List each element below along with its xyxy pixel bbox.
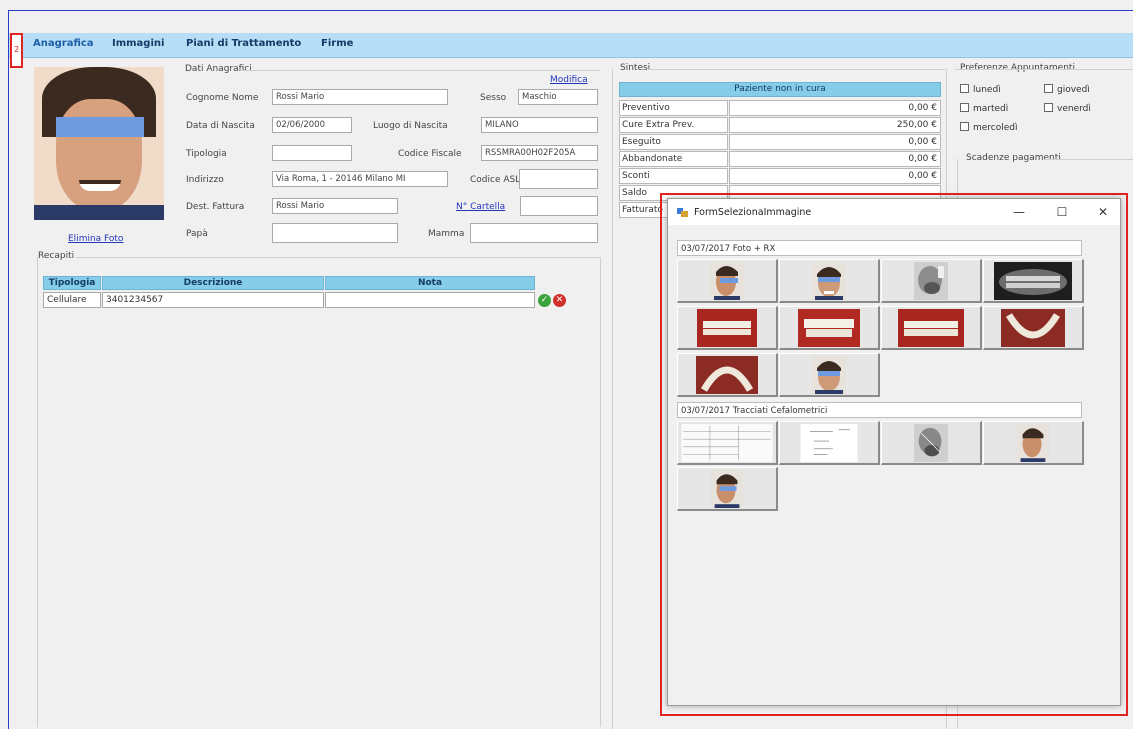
thumbnail-occlusal-lower[interactable]: [677, 353, 778, 397]
confirm-icon[interactable]: ✓: [538, 294, 551, 307]
sintesi-group-border: [648, 69, 945, 70]
recapiti-group-label: Recapiti: [38, 251, 75, 261]
col-descrizione[interactable]: Descrizione: [102, 276, 324, 290]
thumbnail-intraoral-left[interactable]: [881, 306, 982, 350]
thumbnail-tracing-profile-2[interactable]: [677, 467, 778, 511]
delete-photo-link[interactable]: Elimina Foto: [68, 234, 123, 244]
scadenze-group-label: Scadenze pagamenti: [966, 153, 1061, 163]
edit-link[interactable]: Modifica: [550, 75, 588, 85]
col-nota[interactable]: Nota: [325, 276, 535, 290]
thumbnail-intraoral-right[interactable]: [677, 306, 778, 350]
dialog-title: FormSelezionaImmagine: [694, 207, 812, 218]
thumbnail-panoramic-xray[interactable]: [983, 259, 1084, 303]
sesso-field[interactable]: Maschio: [518, 89, 598, 105]
mamma-label: Mamma: [428, 229, 465, 239]
tipologia-field[interactable]: [272, 145, 352, 161]
tab-piani-trattamento[interactable]: Piani di Trattamento: [186, 38, 301, 49]
col-tipologia[interactable]: Tipologia: [43, 276, 101, 290]
preferenze-group-label: Preferenze Appuntamenti: [960, 63, 1075, 73]
sintesi-value-eseguito: 0,00 €: [729, 134, 941, 150]
tipologia-label: Tipologia: [186, 149, 227, 159]
papa-label: Papà: [186, 229, 208, 239]
app-icon: [677, 208, 688, 217]
thumbnail-tracing-xray[interactable]: [881, 421, 982, 465]
cognome-nome-field[interactable]: Rossi Mario: [272, 89, 448, 105]
mamma-field[interactable]: [470, 223, 598, 243]
codice-asl-field[interactable]: [519, 169, 598, 189]
minimize-icon[interactable]: —: [1008, 203, 1030, 221]
sintesi-label-preventivo: Preventivo: [619, 100, 728, 116]
window-left-border: [8, 10, 9, 729]
recapiti-group-border: [76, 257, 600, 258]
sintesi-label-cure-extra: Cure Extra Prev.: [619, 117, 728, 133]
cartella-link[interactable]: N° Cartella: [456, 202, 505, 212]
sintesi-label-sconti: Sconti: [619, 168, 728, 184]
recapiti-left-border: [37, 257, 38, 727]
sintesi-label-eseguito: Eseguito: [619, 134, 728, 150]
thumbnail-profile-photo[interactable]: [677, 259, 778, 303]
cartella-field[interactable]: [520, 196, 598, 216]
cognome-nome-label: Cognome Nome: [186, 93, 259, 103]
tab-anagrafica[interactable]: Anagrafica: [33, 38, 94, 49]
codice-fiscale-field[interactable]: RSSMRA00H02F205A: [481, 145, 598, 161]
recapito-descrizione-cell[interactable]: 3401234567: [102, 292, 324, 308]
data-nascita-label: Data di Nascita: [186, 121, 255, 131]
thumbnail-tracing-table[interactable]: [677, 421, 778, 465]
thumbnail-front-photo[interactable]: [779, 259, 880, 303]
luogo-nascita-field[interactable]: MILANO: [481, 117, 598, 133]
sintesi-value-sconti: 0,00 €: [729, 168, 941, 184]
thumbnail-tracing-sheet[interactable]: [779, 421, 880, 465]
tab-firme[interactable]: Firme: [321, 38, 353, 49]
dest-fattura-label: Dest. Fattura: [186, 202, 245, 212]
sintesi-left-border: [612, 69, 613, 729]
delete-icon[interactable]: ✕: [553, 294, 566, 307]
papa-field[interactable]: [272, 223, 398, 243]
scadenze-group-border: [1045, 159, 1133, 160]
sintesi-value-cure-extra: 250,00 €: [729, 117, 941, 133]
thumbnail-front-photo-2[interactable]: [779, 353, 880, 397]
tracings-section-header: 03/07/2017 Tracciati Cefalometrici: [677, 402, 1082, 418]
anagrafica-group-border: [240, 70, 600, 71]
codice-asl-label: Codice ASL: [470, 175, 521, 185]
anagrafica-group-label: Dati Anagrafici: [185, 64, 252, 74]
checkbox-mercoledi[interactable]: mercoledì: [960, 122, 1018, 133]
photo-rx-section-header: 03/07/2017 Foto + RX: [677, 240, 1082, 256]
close-icon[interactable]: ✕: [1092, 203, 1114, 221]
recapiti-right-border: [600, 257, 601, 727]
patient-photo[interactable]: [34, 67, 164, 220]
maximize-icon[interactable]: ☐: [1051, 203, 1073, 221]
sintesi-value-preventivo: 0,00 €: [729, 100, 941, 116]
window-top-border: [8, 10, 1133, 11]
thumbnail-occlusal-upper[interactable]: [983, 306, 1084, 350]
sesso-label: Sesso: [480, 93, 507, 103]
codice-fiscale-label: Codice Fiscale: [398, 149, 462, 159]
recapito-nota-cell[interactable]: [325, 292, 535, 308]
dest-fattura-field[interactable]: Rossi Mario: [272, 198, 398, 214]
indirizzo-field[interactable]: Via Roma, 1 - 20146 Milano MI: [272, 171, 448, 187]
checkbox-venerdi[interactable]: venerdì: [1044, 103, 1091, 114]
indirizzo-label: Indirizzo: [186, 175, 224, 185]
tab-bar: Anagrafica Immagini Piani di Trattamento…: [9, 33, 1133, 58]
checkbox-giovedi[interactable]: giovedì: [1044, 84, 1090, 95]
sintesi-value-abbandonate: 0,00 €: [729, 151, 941, 167]
preferenze-group-border: [955, 69, 1133, 70]
luogo-nascita-label: Luogo di Nascita: [373, 121, 448, 131]
dialog-titlebar[interactable]: FormSelezionaImmagine — ☐ ✕: [668, 199, 1120, 225]
recapito-tipologia-cell[interactable]: Cellulare: [43, 292, 101, 308]
data-nascita-field[interactable]: 02/06/2000: [272, 117, 352, 133]
tab-immagini[interactable]: Immagini: [112, 38, 164, 49]
sintesi-label-abbandonate: Abbandonate: [619, 151, 728, 167]
thumbnail-intraoral-front[interactable]: [779, 306, 880, 350]
thumbnail-lateral-xray[interactable]: [881, 259, 982, 303]
patient-status-header: Paziente non in cura: [619, 82, 941, 97]
checkbox-martedi[interactable]: martedì: [960, 103, 1008, 114]
select-image-dialog: FormSelezionaImmagine — ☐ ✕ 03/07/2017 F…: [667, 198, 1121, 706]
thumbnail-tracing-profile[interactable]: [983, 421, 1084, 465]
tab-marker: 2: [10, 33, 23, 68]
sintesi-group-label: Sintesi: [620, 63, 651, 73]
checkbox-lunedi[interactable]: lunedì: [960, 84, 1001, 95]
